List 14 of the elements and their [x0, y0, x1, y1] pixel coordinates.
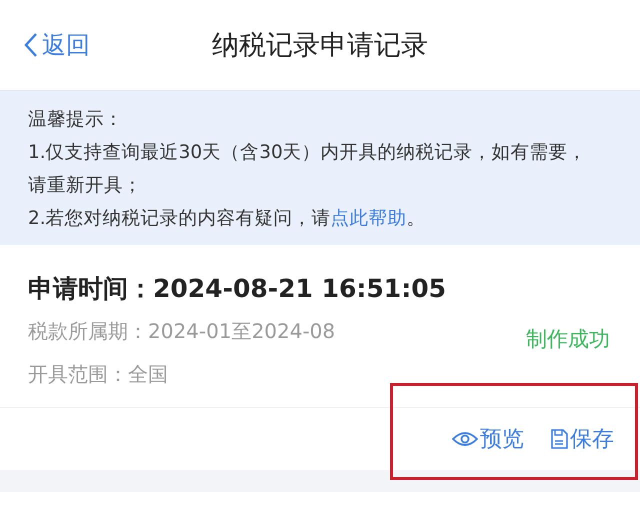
chevron-left-icon — [24, 32, 38, 58]
notice-text: 1.仅支持查询最近30天（含30天）内开具的纳税记录，如有需要，请重新开具； — [28, 141, 588, 198]
status-label: 制作成功 — [526, 326, 610, 353]
record-field: 开具范围：全国 — [28, 353, 168, 396]
eye-icon — [452, 430, 478, 448]
record-field: 税款所属期：2024-01至2024-08 — [28, 310, 336, 353]
back-button[interactable]: 返回 — [24, 29, 90, 61]
record-title: 申请时间：2024-08-21 16:51:05 — [28, 273, 446, 305]
notice-heading: 温馨提示： — [28, 108, 124, 132]
save-button[interactable]: 保存 — [550, 424, 614, 454]
page-title: 纳税记录申请记录 — [212, 29, 428, 63]
notice-text: 2.若您对纳税记录的内容有疑问，请点此帮助。 — [28, 207, 427, 231]
preview-button[interactable]: 预览 — [452, 424, 524, 454]
help-link[interactable]: 点此帮助 — [330, 208, 407, 229]
